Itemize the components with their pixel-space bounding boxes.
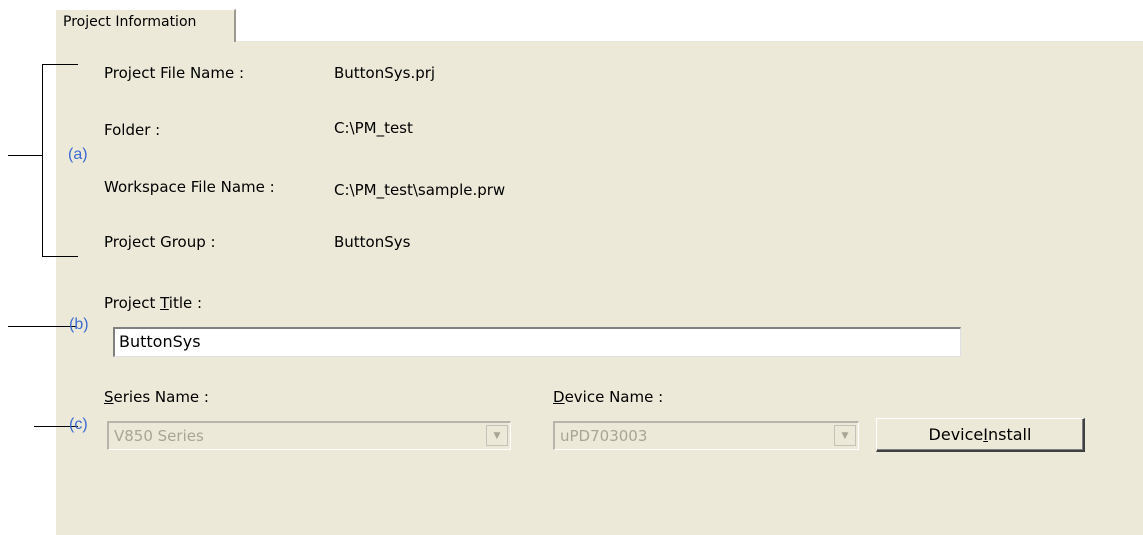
device-name-select-value: uPD703003: [560, 427, 648, 445]
annotation-a: (a): [68, 146, 88, 163]
folder-value: C:\PM_test: [334, 119, 413, 137]
project-info-panel: [55, 41, 1143, 535]
series-name-select[interactable]: V850 Series ▼: [107, 421, 511, 450]
series-name-label-accel: S: [104, 388, 114, 406]
project-group-label: Project Group :: [104, 233, 216, 251]
annotation-b: (b): [69, 316, 89, 333]
annotation-c: (c): [69, 416, 88, 433]
series-name-label-suffix: eries Name :: [113, 388, 209, 406]
workspace-file-name-value: C:\PM_test\sample.prw: [334, 181, 506, 199]
bracket-a-top: [42, 64, 78, 65]
device-name-label: Device Name :: [553, 388, 663, 406]
workspace-file-name-label: Workspace File Name :: [104, 178, 275, 196]
device-install-button[interactable]: Device Install: [876, 418, 1085, 452]
device-install-label-prefix: Device: [928, 425, 984, 444]
bracket-a-vertical: [42, 64, 43, 257]
bracket-a-pointer: [8, 155, 42, 156]
project-group-value: ButtonSys: [334, 233, 411, 251]
project-title-label-accel: T: [160, 294, 169, 312]
project-title-input[interactable]: ButtonSys: [113, 327, 961, 357]
project-title-label: Project Title :: [104, 294, 202, 312]
tab-label: Project Information: [63, 14, 197, 30]
device-install-label-suffix: nstall: [987, 425, 1032, 444]
project-file-name-label: Project File Name :: [104, 64, 245, 82]
device-name-select[interactable]: uPD703003 ▼: [553, 421, 859, 450]
bracket-a-bottom: [42, 256, 78, 257]
series-name-select-value: V850 Series: [114, 427, 204, 445]
chevron-down-icon[interactable]: ▼: [486, 425, 508, 446]
folder-label: Folder :: [104, 121, 161, 139]
tab-project-information[interactable]: Project Information: [55, 9, 236, 42]
series-name-label: Series Name :: [104, 388, 209, 406]
project-title-label-prefix: Project: [104, 294, 161, 312]
project-file-name-value: ButtonSys.prj: [334, 64, 436, 82]
device-name-label-accel: D: [553, 388, 565, 406]
pointer-b-line: [8, 326, 76, 327]
project-title-input-value: ButtonSys: [119, 332, 201, 351]
chevron-down-icon[interactable]: ▼: [834, 425, 856, 446]
device-name-label-suffix: evice Name :: [564, 388, 664, 406]
project-title-label-suffix: itle :: [168, 294, 203, 312]
